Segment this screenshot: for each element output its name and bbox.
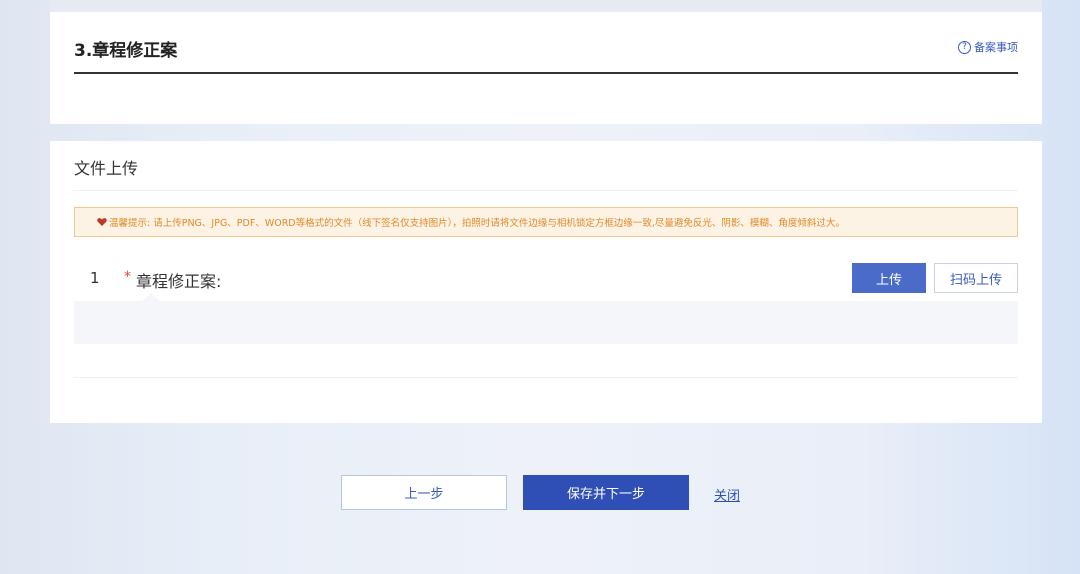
item-index: 1	[90, 269, 100, 287]
file-list-area	[74, 293, 1018, 344]
upload-item-row: 1 * 章程修正案: 上传 扫码上传	[74, 263, 1018, 295]
previous-step-button[interactable]: 上一步	[341, 475, 507, 510]
section-title: 3.章程修正案	[74, 41, 178, 61]
upload-divider	[74, 190, 1018, 191]
filing-items-label: 备案事项	[974, 41, 1018, 54]
scan-upload-button[interactable]: 扫码上传	[934, 263, 1018, 293]
upload-tip-text: 温馨提示: 请上传PNG、JPG、PDF、WORD等格式的文件（线下签名仅支持图…	[109, 218, 845, 229]
file-area-pointer	[142, 293, 160, 301]
upload-button[interactable]: 上传	[852, 263, 926, 293]
item-label: 章程修正案:	[136, 272, 222, 291]
section-card: 3.章程修正案 ? 备案事项	[50, 0, 1042, 124]
top-strip	[50, 0, 1042, 12]
question-circle-icon: ?	[958, 40, 971, 54]
save-and-next-button[interactable]: 保存并下一步	[523, 475, 689, 510]
heart-icon	[97, 218, 107, 226]
upload-card: 文件上传 温馨提示: 请上传PNG、JPG、PDF、WORD等格式的文件（线下签…	[50, 141, 1042, 423]
bottom-divider	[74, 377, 1018, 378]
upload-title: 文件上传	[74, 159, 139, 178]
close-link[interactable]: 关闭	[714, 485, 740, 504]
title-divider	[74, 72, 1018, 74]
filing-items-link[interactable]: ? 备案事项	[958, 39, 1018, 55]
required-mark: *	[124, 269, 131, 285]
upload-tip-banner: 温馨提示: 请上传PNG、JPG、PDF、WORD等格式的文件（线下签名仅支持图…	[74, 207, 1018, 237]
